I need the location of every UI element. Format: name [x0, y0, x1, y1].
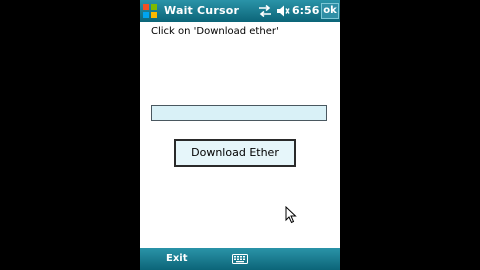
clock[interactable]: 6:56	[292, 4, 319, 18]
windows-start-icon[interactable]	[142, 3, 158, 19]
keyboard-icon[interactable]	[232, 253, 248, 265]
menu-bar: Exit	[140, 248, 340, 270]
connectivity-icon[interactable]	[258, 4, 272, 18]
device-screen: Wait Cursor 6:56 ok Click on 'Download e…	[140, 0, 340, 270]
ok-button[interactable]: ok	[321, 3, 339, 19]
progress-bar	[151, 105, 327, 121]
form-content: Click on 'Download ether' Download Ether	[140, 22, 340, 248]
download-ether-button[interactable]: Download Ether	[174, 139, 296, 167]
exit-softkey[interactable]: Exit	[166, 252, 188, 266]
volume-icon[interactable]	[276, 4, 290, 18]
instruction-label: Click on 'Download ether'	[151, 26, 279, 37]
title-bar: Wait Cursor 6:56 ok	[140, 0, 340, 22]
app-title: Wait Cursor	[164, 4, 240, 17]
mouse-pointer-icon	[285, 205, 297, 224]
